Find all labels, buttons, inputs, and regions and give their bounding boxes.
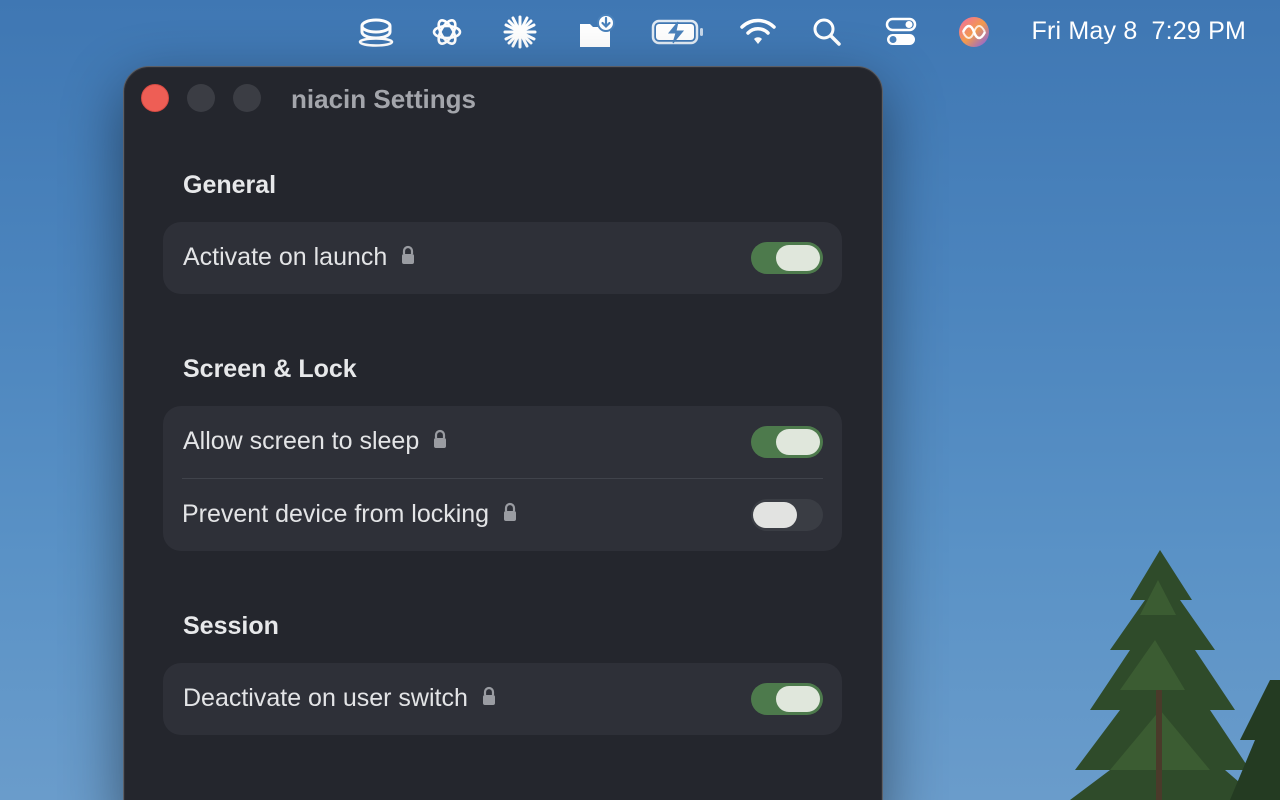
toggle-knob [776, 429, 820, 455]
setting-label: Prevent device from locking [182, 500, 517, 529]
group-screen-lock: Allow screen to sleep Prevent device fro… [163, 406, 842, 551]
lock-icon [503, 500, 517, 529]
setting-label-text: Deactivate on user switch [183, 684, 468, 712]
lock-icon [482, 684, 496, 713]
siri-icon[interactable] [955, 14, 993, 50]
setting-label: Allow screen to sleep [183, 427, 447, 456]
setting-row-deactivate-on-user-switch: Deactivate on user switch [163, 663, 842, 735]
folder-download-icon[interactable] [578, 14, 616, 50]
setting-row-activate-on-launch: Activate on launch [163, 222, 842, 294]
toggle-knob [776, 245, 820, 271]
lock-icon [433, 427, 447, 456]
control-center-icon[interactable] [882, 14, 920, 50]
section-title-session: Session [183, 612, 279, 640]
setting-label-text: Allow screen to sleep [183, 427, 420, 455]
menu-bar-clock[interactable]: Fri May 8 7:29 PM [1032, 17, 1247, 46]
window-title: niacin Settings [291, 84, 476, 114]
desktop-tree-image [1070, 550, 1280, 800]
setting-label: Activate on launch [183, 243, 415, 272]
toggle-deactivate-on-user-switch[interactable] [751, 683, 823, 715]
toggle-knob [776, 686, 820, 712]
lock-icon [401, 243, 415, 272]
group-general: Activate on launch [163, 222, 842, 294]
group-session: Deactivate on user switch [163, 663, 842, 735]
setting-row-prevent-locking: Prevent device from locking [182, 478, 823, 551]
toggle-prevent-locking[interactable] [751, 499, 823, 531]
wifi-icon[interactable] [739, 14, 777, 50]
toggle-allow-screen-sleep[interactable] [751, 426, 823, 458]
asterisk-icon[interactable] [501, 14, 539, 50]
section-title-screen-lock: Screen & Lock [183, 355, 357, 383]
setting-label: Deactivate on user switch [183, 684, 496, 713]
setting-row-allow-screen-sleep: Allow screen to sleep [163, 406, 842, 478]
minimize-button[interactable] [187, 84, 215, 112]
battery-charging-icon[interactable] [650, 14, 706, 50]
setting-label-text: Prevent device from locking [182, 500, 490, 528]
setting-label-text: Activate on launch [183, 243, 388, 271]
clock-date: Fri May 8 [1031, 17, 1138, 45]
zoom-button[interactable] [233, 84, 261, 112]
chatgpt-icon[interactable] [428, 14, 466, 50]
section-title-general: General [183, 171, 277, 199]
settings-window: niacin Settings General Activate on laun… [123, 66, 883, 800]
close-button[interactable] [141, 84, 169, 112]
search-icon[interactable] [808, 14, 846, 50]
clock-time: 7:29 PM [1151, 17, 1246, 45]
menu-bar: Fri May 8 7:29 PM [0, 0, 1280, 64]
cup-icon[interactable] [357, 14, 395, 50]
toggle-knob [753, 502, 797, 528]
toggle-activate-on-launch[interactable] [751, 242, 823, 274]
